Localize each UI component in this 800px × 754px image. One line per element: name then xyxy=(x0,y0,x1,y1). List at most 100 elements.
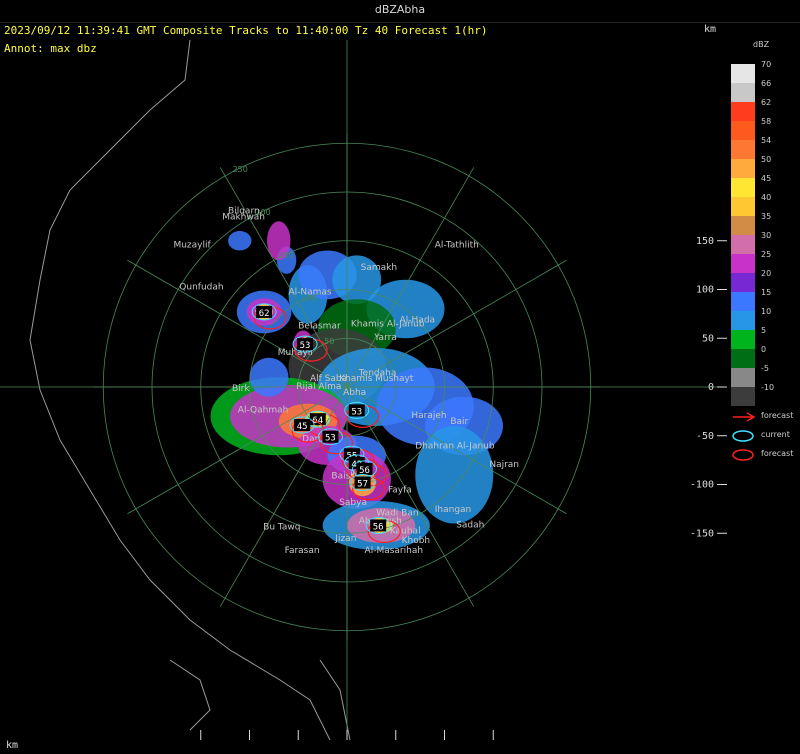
legend-value: 30 xyxy=(761,231,772,240)
place-label: Al-Masarihah xyxy=(365,546,424,556)
legend-value: -10 xyxy=(761,383,775,392)
legend-value: 35 xyxy=(761,212,772,221)
place-label: Qunfudah xyxy=(179,283,223,293)
y-tick-label: 0 xyxy=(708,382,714,393)
legend-title: dBZ xyxy=(753,40,770,49)
legend-symbol-label: forecast xyxy=(761,449,794,458)
legend-swatch xyxy=(731,121,755,140)
legend-symbol-label: current xyxy=(761,430,790,439)
ellipse-icon xyxy=(732,449,754,461)
place-label: Khamis Mushayt xyxy=(339,374,414,384)
legend-swatch xyxy=(731,292,755,311)
y-tick-label: 150 xyxy=(696,236,714,247)
current-ellipse-legend: current xyxy=(731,427,800,445)
legend-value: 62 xyxy=(761,98,772,107)
place-label: Muzaylif xyxy=(173,241,211,251)
window-title: dBZAbha xyxy=(0,0,800,23)
place-label: Jizan xyxy=(334,534,356,544)
legend-value: 58 xyxy=(761,117,772,126)
storm-label: 53 xyxy=(300,341,311,351)
echo-blob xyxy=(249,357,289,397)
km-label-bottom: km xyxy=(6,740,19,751)
legend-swatch xyxy=(731,102,755,121)
ellipse-icon xyxy=(732,430,754,442)
place-label: Farasan xyxy=(285,546,320,556)
storm-label: 57 xyxy=(357,480,368,490)
place-label: Khobh xyxy=(402,536,431,546)
storm-label: 45 xyxy=(297,422,308,432)
legend-swatch xyxy=(731,273,755,292)
place-label: Al-Tathlith xyxy=(435,241,479,251)
place-label: Fayfa xyxy=(388,485,412,495)
place-label: Bu Tawq xyxy=(263,522,300,532)
place-label: Dhahran Al-Janub xyxy=(415,441,495,451)
legend-value: -5 xyxy=(761,364,769,373)
storm-label: 53 xyxy=(351,407,362,417)
place-label: Ihangan xyxy=(435,505,472,515)
legend-value: 25 xyxy=(761,250,772,259)
arrow-icon xyxy=(733,412,756,422)
storm-label: 62 xyxy=(259,309,270,319)
legend-value: 66 xyxy=(761,79,772,88)
legend-swatch xyxy=(731,330,755,349)
storm-label: 56 xyxy=(373,522,384,532)
km-label-top: km xyxy=(704,24,717,35)
place-label: Makhwah xyxy=(222,212,265,222)
legend-swatch xyxy=(731,83,755,102)
place-label: Al-Hada xyxy=(400,316,435,326)
legend-swatch xyxy=(731,387,755,406)
legend-swatch xyxy=(731,216,755,235)
place-label: Al-Qahmah xyxy=(238,405,289,415)
place-label: Harajeh xyxy=(411,411,446,421)
y-tick-label: 50 xyxy=(702,333,714,344)
legend-value: 70 xyxy=(761,60,772,69)
forecast-ellipse-legend: forecast xyxy=(731,446,800,464)
legend-value: 0 xyxy=(761,345,767,354)
legend-swatch xyxy=(731,197,755,216)
y-tick-label: -100 xyxy=(690,480,714,491)
legend-swatch xyxy=(731,178,755,197)
storm-label: 53 xyxy=(325,434,336,444)
place-label: Abha xyxy=(343,388,366,398)
y-tick-label: -150 xyxy=(690,528,714,539)
legend-value: 54 xyxy=(761,136,772,145)
y-tick-label: 100 xyxy=(696,285,714,296)
place-label: Bair xyxy=(450,417,468,427)
place-label: Al-Namas xyxy=(289,287,332,297)
ring-label: 250 xyxy=(233,165,248,174)
legend-value: 20 xyxy=(761,269,772,278)
legend-swatch xyxy=(731,140,755,159)
legend-swatch xyxy=(731,349,755,368)
legend-symbol-label: forecast xyxy=(761,411,794,420)
annotation: Annot: max dbz xyxy=(4,42,97,55)
dbz-legend: dBZ 70 66 62 58 54 50 45 40 35 30 25 20 15 10 5 0 -5 -10 … xyxy=(727,40,800,480)
forecast-arrow-legend: forecast xyxy=(731,408,800,426)
legend-value: 15 xyxy=(761,288,772,297)
place-label: Sadah xyxy=(456,520,484,530)
legend-swatch xyxy=(731,235,755,254)
echo-blob xyxy=(228,231,252,251)
place-label: Sabya xyxy=(339,498,367,508)
legend-value: 40 xyxy=(761,193,772,202)
legend-swatch xyxy=(731,159,755,178)
legend-swatch xyxy=(731,254,755,273)
legend-swatch xyxy=(731,368,755,387)
legend-swatch xyxy=(731,311,755,330)
place-label: Belasmar xyxy=(298,322,341,332)
legend-value: 45 xyxy=(761,174,772,183)
subtitle: 2023/09/12 11:39:41 GMT Composite Tracks… xyxy=(4,24,488,37)
place-label: Najran xyxy=(489,460,519,470)
legend-level: -10 xyxy=(731,383,800,406)
ring-label: 150 xyxy=(278,251,293,260)
place-label: Birk xyxy=(232,384,250,394)
legend-swatch xyxy=(731,64,755,83)
place-label: Samakh xyxy=(361,263,397,273)
place-label: Rijal Alma xyxy=(296,382,341,392)
legend-value: 5 xyxy=(761,326,767,335)
place-label: Yarra xyxy=(373,333,397,343)
place-label: Baish xyxy=(331,472,356,482)
legend-value: 10 xyxy=(761,307,772,316)
y-tick-label: -50 xyxy=(696,431,714,442)
radar-map[interactable]: 50100150200250-150-100-50050100150150100… xyxy=(0,40,727,740)
legend-value: 50 xyxy=(761,155,772,164)
